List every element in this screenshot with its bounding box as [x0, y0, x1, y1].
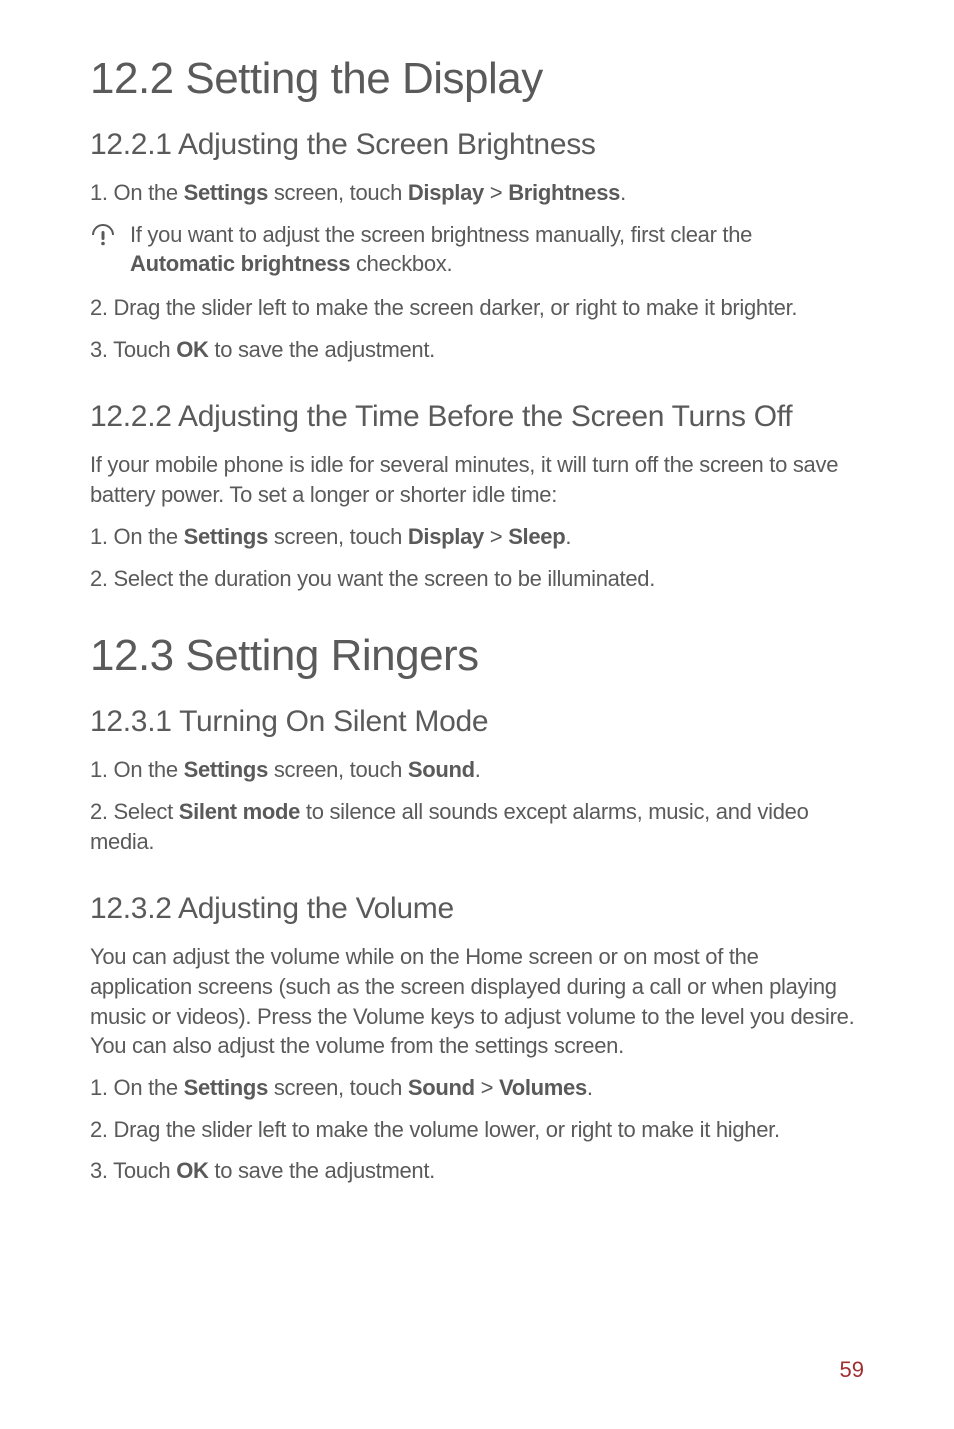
text-fragment: to save the adjustment.	[209, 337, 435, 362]
text-fragment: 1. On the	[90, 1075, 184, 1100]
text-fragment: 1. On the	[90, 180, 184, 205]
heading-12-2-2: 12.2.2 Adjusting the Time Before the Scr…	[90, 400, 864, 434]
text-fragment: screen, touch	[268, 180, 408, 205]
heading-12-2: 12.2 Setting the Display	[90, 54, 864, 104]
text-fragment: .	[587, 1075, 593, 1100]
text-fragment: 3. Touch	[90, 337, 176, 362]
text-fragment: If you want to adjust the screen brightn…	[130, 222, 752, 247]
text-fragment: >	[484, 524, 508, 549]
step-12-3-1-2: 2. Select Silent mode to silence all sou…	[90, 797, 864, 856]
bold-automatic-brightness: Automatic brightness	[130, 251, 350, 276]
bold-sound: Sound	[408, 1075, 475, 1100]
text-fragment: 1. On the	[90, 757, 184, 782]
step-12-3-1-1: 1. On the Settings screen, touch Sound.	[90, 755, 864, 785]
text-fragment: checkbox.	[350, 251, 452, 276]
note-block: If you want to adjust the screen brightn…	[90, 220, 864, 279]
intro-12-2-2: If your mobile phone is idle for several…	[90, 450, 864, 509]
text-fragment: .	[475, 757, 481, 782]
step-12-2-2-1: 1. On the Settings screen, touch Display…	[90, 522, 864, 552]
text-fragment: >	[475, 1075, 499, 1100]
text-fragment: screen, touch	[268, 757, 408, 782]
step-12-3-2-3: 3. Touch OK to save the adjustment.	[90, 1156, 864, 1186]
bold-display: Display	[408, 180, 484, 205]
step-12-2-2-2: 2. Select the duration you want the scre…	[90, 564, 864, 594]
note-text: If you want to adjust the screen brightn…	[130, 220, 864, 279]
bold-volumes: Volumes	[499, 1075, 587, 1100]
bold-display: Display	[408, 524, 484, 549]
bold-sound: Sound	[408, 757, 475, 782]
bold-settings: Settings	[184, 524, 268, 549]
bold-ok: OK	[176, 337, 208, 362]
heading-12-3-2: 12.3.2 Adjusting the Volume	[90, 892, 864, 926]
text-fragment: 1. On the	[90, 524, 184, 549]
text-fragment: 2. Select	[90, 799, 179, 824]
bold-settings: Settings	[184, 1075, 268, 1100]
text-fragment: .	[565, 524, 571, 549]
text-fragment: 3. Touch	[90, 1158, 176, 1183]
step-12-2-1-3: 3. Touch OK to save the adjustment.	[90, 335, 864, 365]
bold-settings: Settings	[184, 757, 268, 782]
bold-settings: Settings	[184, 180, 268, 205]
step-12-2-1-2: 2. Drag the slider left to make the scre…	[90, 293, 864, 323]
step-12-2-1-1: 1. On the Settings screen, touch Display…	[90, 178, 864, 208]
bold-ok: OK	[176, 1158, 208, 1183]
step-12-3-2-2: 2. Drag the slider left to make the volu…	[90, 1115, 864, 1145]
bold-sleep: Sleep	[508, 524, 565, 549]
heading-12-3-1: 12.3.1 Turning On Silent Mode	[90, 705, 864, 739]
page-number: 59	[840, 1357, 864, 1383]
heading-12-2-1: 12.2.1 Adjusting the Screen Brightness	[90, 128, 864, 162]
text-fragment: screen, touch	[268, 524, 408, 549]
text-fragment: >	[484, 180, 508, 205]
heading-12-3: 12.3 Setting Ringers	[90, 631, 864, 681]
step-12-3-2-1: 1. On the Settings screen, touch Sound >…	[90, 1073, 864, 1103]
bold-brightness: Brightness	[508, 180, 620, 205]
text-fragment: .	[620, 180, 626, 205]
caution-icon	[90, 222, 116, 253]
manual-page: 12.2 Setting the Display 12.2.1 Adjustin…	[0, 0, 954, 1429]
text-fragment: to save the adjustment.	[209, 1158, 435, 1183]
bold-silent-mode: Silent mode	[179, 799, 300, 824]
text-fragment: screen, touch	[268, 1075, 408, 1100]
intro-12-3-2: You can adjust the volume while on the H…	[90, 942, 864, 1061]
